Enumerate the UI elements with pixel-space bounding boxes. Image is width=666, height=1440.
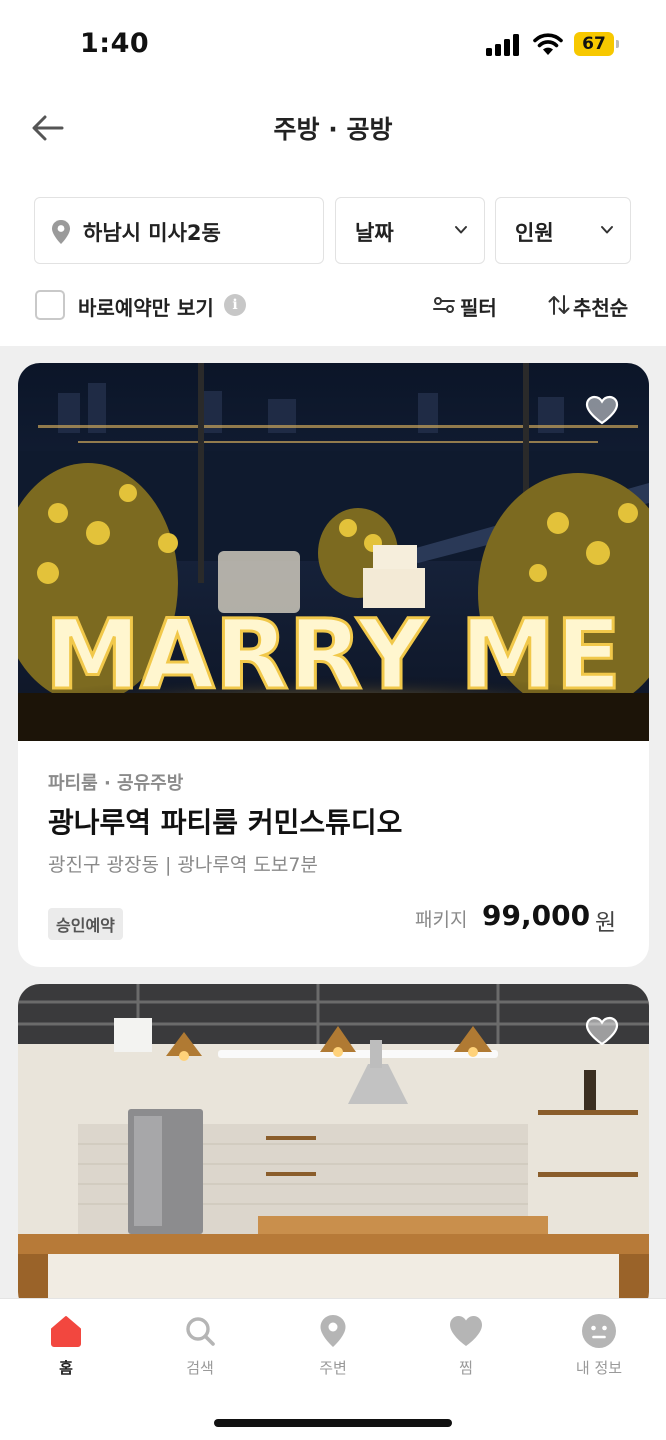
status-time: 1:40	[80, 28, 150, 59]
listing-card[interactable]	[18, 984, 649, 1314]
header: 주방 · 공방 하남시 미사2동 날짜 인원 바로예약만 보기 i 필터 추천순	[0, 90, 666, 346]
home-icon	[51, 1316, 81, 1347]
date-label: 날짜	[355, 221, 394, 245]
sort-button[interactable]: 추천순	[573, 292, 628, 321]
tab-wishlist[interactable]: 찜	[416, 1313, 516, 1393]
wishlist-heart-icon[interactable]	[585, 1016, 619, 1046]
info-icon[interactable]: i	[224, 294, 246, 316]
page-title: 주방 · 공방	[273, 115, 393, 144]
profile-icon	[582, 1314, 616, 1348]
date-filter[interactable]: 날짜	[335, 197, 485, 264]
chevron-down-icon	[601, 226, 613, 234]
tab-label: 내 정보	[575, 1359, 623, 1377]
instant-booking-checkbox[interactable]	[35, 290, 65, 320]
location-pin-icon	[52, 220, 70, 244]
cellular-signal-icon	[486, 34, 522, 56]
marry-me-sign: MARRY ME	[45, 599, 621, 711]
location-pin-icon	[320, 1315, 346, 1347]
tab-home[interactable]: 홈	[16, 1313, 116, 1393]
price-unit: 원	[595, 910, 617, 936]
tab-my-info[interactable]: 내 정보	[549, 1313, 649, 1393]
listing-address: 광진구 광장동 | 광나루역 도보7분	[48, 854, 318, 876]
tab-nearby[interactable]: 주변	[283, 1313, 383, 1393]
heart-icon	[450, 1316, 482, 1346]
listing-photo: MARRY ME	[18, 363, 649, 741]
tab-label: 홈	[59, 1359, 73, 1377]
listing-category: 파티룸 · 공유주방	[48, 773, 184, 794]
location-filter[interactable]: 하남시 미사2동	[34, 197, 324, 264]
wishlist-heart-icon[interactable]	[585, 395, 619, 425]
filter-button[interactable]: 필터	[460, 292, 497, 321]
listing-title: 광나루역 파티룸 커민스튜디오	[48, 806, 403, 839]
booking-type-badge: 승인예약	[48, 908, 123, 940]
tab-label: 검색	[186, 1359, 214, 1377]
price-label: 패키지	[415, 909, 468, 931]
tab-search[interactable]: 검색	[150, 1313, 250, 1393]
tab-label: 찜	[459, 1359, 473, 1377]
filter-icon	[433, 297, 455, 313]
bottom-tab-bar: 홈 검색 주변 찜 내 정보	[0, 1298, 666, 1440]
price-value: 99,000	[482, 899, 591, 932]
listing-card[interactable]: MARRY ME 파티룸 · 공유주방 광나루역 파티룸 커민스튜디오 광진구 …	[18, 363, 649, 967]
search-icon	[186, 1317, 215, 1346]
sort-icon	[548, 295, 570, 315]
battery-icon: 67	[574, 32, 620, 56]
instant-booking-label: 바로예약만 보기	[78, 296, 214, 320]
location-text: 하남시 미사2동	[83, 221, 221, 245]
people-filter[interactable]: 인원	[495, 197, 631, 264]
battery-level: 67	[574, 32, 614, 56]
chevron-down-icon	[455, 226, 467, 234]
tab-label: 주변	[319, 1359, 347, 1377]
listing-photo	[18, 984, 649, 1314]
status-bar: 1:40 67	[0, 0, 666, 90]
wifi-icon	[533, 33, 563, 55]
home-indicator	[214, 1419, 452, 1427]
people-label: 인원	[515, 221, 554, 245]
